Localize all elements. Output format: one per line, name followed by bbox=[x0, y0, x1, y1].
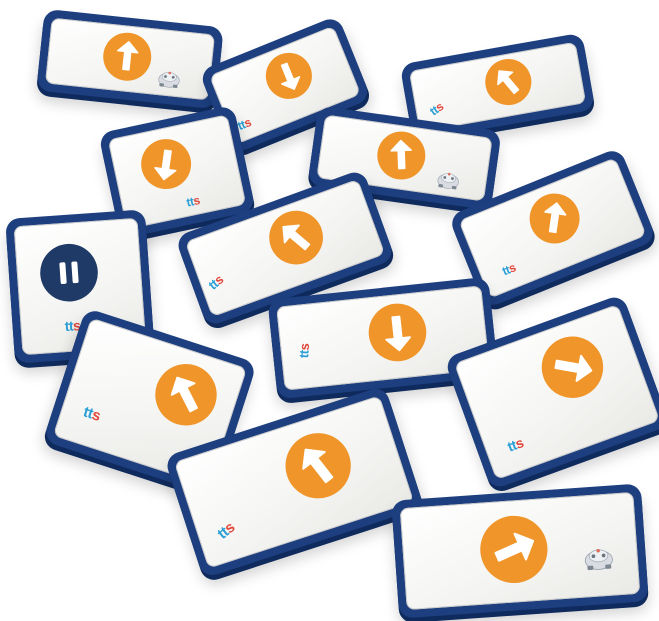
arrow-badge-icon bbox=[481, 54, 537, 110]
robot-icon bbox=[581, 541, 617, 573]
tts-logo: tts bbox=[185, 193, 201, 210]
arrow-badge-icon bbox=[373, 127, 429, 183]
arrow-badge-icon bbox=[100, 29, 155, 84]
direction-tile bbox=[391, 483, 649, 619]
robot-icon bbox=[434, 167, 463, 192]
pause-badge-icon bbox=[37, 241, 101, 305]
robot-icon bbox=[155, 66, 183, 91]
direction-tile bbox=[36, 8, 224, 110]
arrow-badge-icon bbox=[135, 133, 197, 195]
arrow-badge-icon bbox=[477, 512, 552, 587]
tts-logo: tts bbox=[296, 343, 313, 359]
arrow-badge-icon bbox=[365, 299, 431, 365]
tiles-photo: tts tts tts tts tts tts tts tts tts tts bbox=[0, 0, 659, 621]
